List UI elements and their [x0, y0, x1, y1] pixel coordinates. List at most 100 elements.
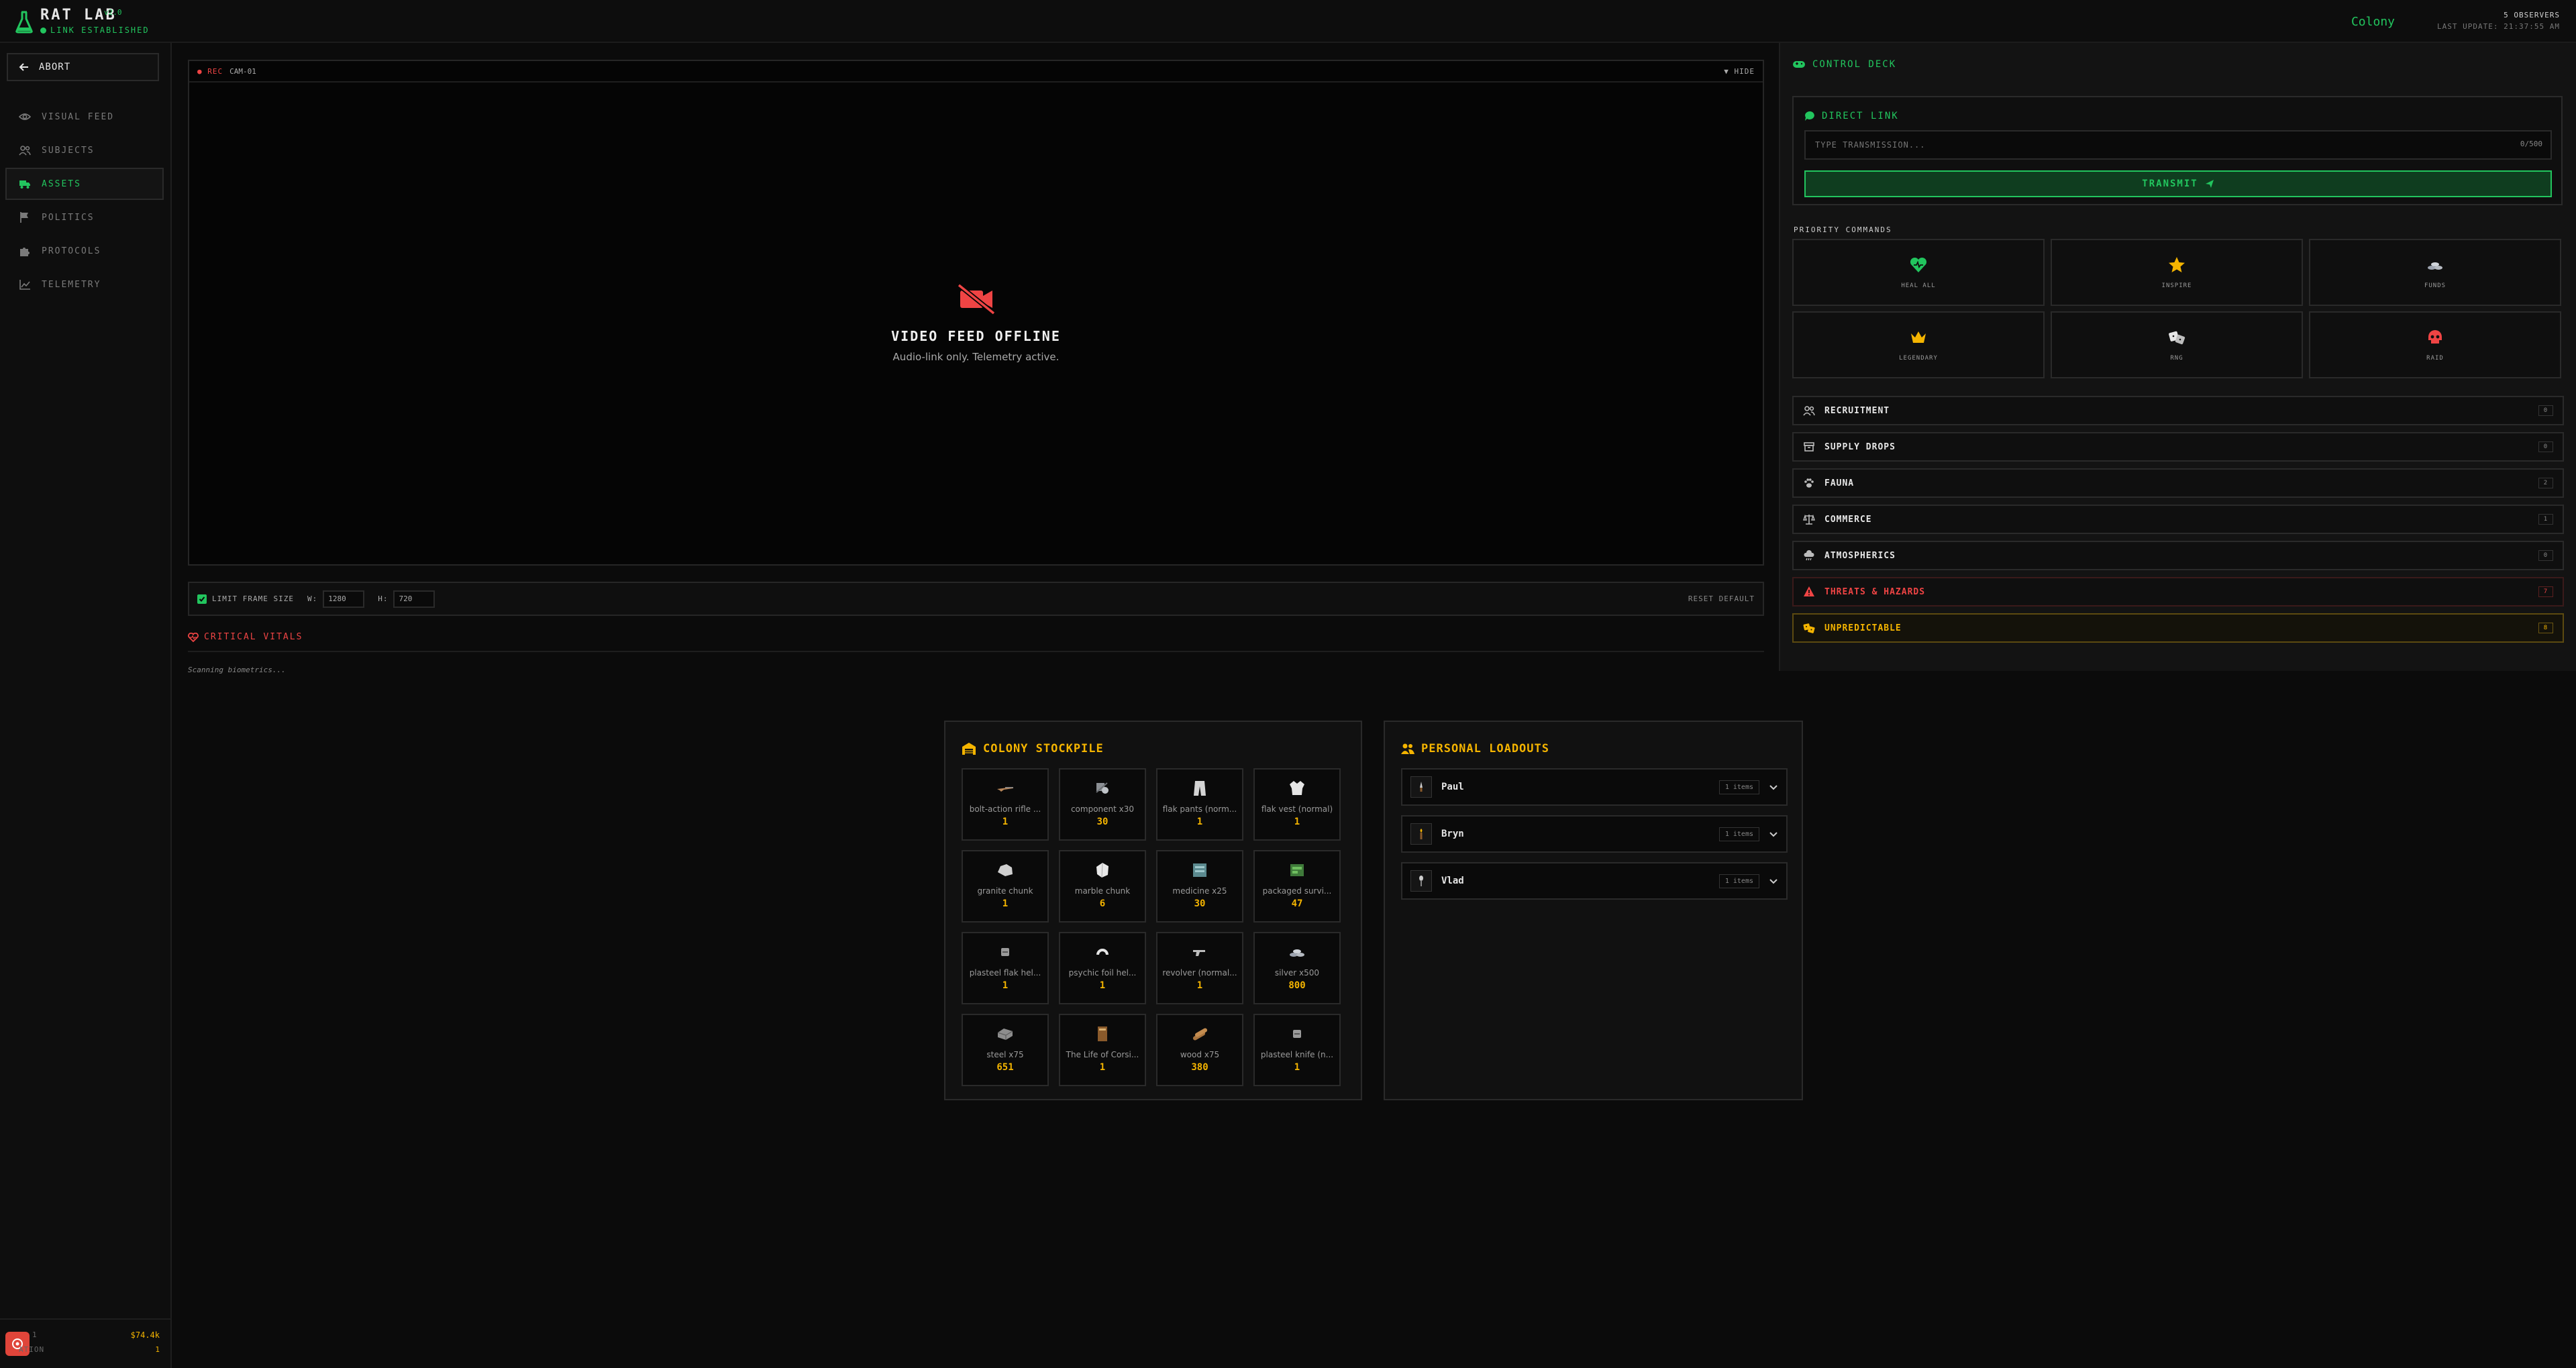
- sidebar-item-label: POLITICS: [42, 212, 95, 223]
- control-deck: CONTROL DECK DIRECT LINK 0/500 TRANSMIT …: [1779, 43, 2576, 671]
- category-label: FAUNA: [1824, 478, 1855, 488]
- sidebar-item-visual-feed[interactable]: VISUAL FEED: [5, 101, 164, 133]
- stock-item-qty: 380: [1191, 1062, 1208, 1073]
- stock-item-qty: 1: [1196, 817, 1203, 827]
- priority-label: FUNDS: [2424, 282, 2446, 289]
- width-label: W:: [307, 594, 318, 603]
- category-recruitment[interactable]: RECRUITMENT 0: [1792, 396, 2564, 425]
- sidebar-item-assets[interactable]: ASSETS: [5, 168, 164, 200]
- loadouts-heading: PERSONAL LOADOUTS: [1401, 742, 1549, 755]
- stock-item-name: plasteel flak hel...: [969, 968, 1041, 978]
- sidebar-item-label: TELEMETRY: [42, 279, 101, 290]
- width-input[interactable]: [323, 590, 365, 608]
- event-categories: RECRUITMENT 0 SUPPLY DROPS 0 FAUNA 2 COM…: [1792, 396, 2564, 649]
- flask-icon: [15, 11, 33, 34]
- loadout-row-vlad[interactable]: Vlad 1 items: [1401, 862, 1788, 900]
- stock-item[interactable]: revolver (normal... 1: [1156, 932, 1243, 1004]
- chevron-down-icon[interactable]: [1769, 782, 1778, 792]
- stock-item[interactable]: plasteel flak hel... 1: [962, 932, 1049, 1004]
- chart-icon: [19, 280, 30, 290]
- direct-link-heading: DIRECT LINK: [1804, 111, 1899, 121]
- users-icon: [1803, 406, 1815, 416]
- category-label: RECRUITMENT: [1824, 405, 1890, 416]
- stock-item[interactable]: bolt-action rifle ... 1: [962, 768, 1049, 841]
- priority-commands-label: PRIORITY COMMANDS: [1794, 225, 1892, 234]
- stock-item[interactable]: granite chunk 1: [962, 850, 1049, 923]
- height-label: H:: [378, 594, 389, 603]
- stock-item-name: plasteel knife (n...: [1260, 1050, 1334, 1059]
- heart-pulse-icon: [188, 632, 199, 642]
- loadout-row-paul[interactable]: Paul 1 items: [1401, 768, 1788, 806]
- personal-loadouts-panel: PERSONAL LOADOUTS Paul 1 items Bryn 1 it…: [1384, 721, 1803, 1100]
- reset-default-button[interactable]: RESET DEFAULT: [1688, 594, 1755, 603]
- colony-name[interactable]: Colony: [2351, 15, 2395, 29]
- funds-button[interactable]: FUNDS: [2309, 239, 2561, 306]
- gamepad-icon: [1793, 61, 1805, 68]
- medicine-icon: [1193, 863, 1206, 877]
- sidebar-nav: VISUAL FEED SUBJECTS ASSETS POLITICS PRO…: [5, 101, 164, 302]
- stock-item[interactable]: packaged survi... 47: [1253, 850, 1341, 923]
- sidebar-item-label: ASSETS: [42, 178, 81, 189]
- legendary-button[interactable]: LEGENDARY: [1792, 311, 2045, 378]
- stock-item[interactable]: flak vest (normal) 1: [1253, 768, 1341, 841]
- stockpile-grid: bolt-action rifle ... 1 component x30 30…: [962, 768, 1341, 1086]
- sidebar-item-protocols[interactable]: PROTOCOLS: [5, 235, 164, 267]
- chevron-down-icon[interactable]: [1769, 829, 1778, 839]
- stock-item[interactable]: steel x75 651: [962, 1014, 1049, 1086]
- heart-icon: [1910, 257, 1927, 272]
- warehouse-icon: [962, 743, 976, 755]
- sidebar-item-telemetry[interactable]: TELEMETRY: [5, 268, 164, 301]
- stock-item[interactable]: plasteel knife (n... 1: [1253, 1014, 1341, 1086]
- hide-feed-button[interactable]: ▼ HIDE: [1724, 67, 1755, 76]
- item-thumbnail: [1410, 870, 1432, 892]
- height-input[interactable]: [393, 590, 435, 608]
- stock-item[interactable]: The Life of Corsi... 1: [1059, 1014, 1146, 1086]
- stock-item-name: The Life of Corsi...: [1066, 1050, 1139, 1059]
- stock-item-qty: 1: [1002, 817, 1009, 827]
- sidebar-item-politics[interactable]: POLITICS: [5, 201, 164, 233]
- stock-item[interactable]: flak pants (norm... 1: [1156, 768, 1243, 841]
- category-label: ATMOSPHERICS: [1824, 550, 1896, 561]
- raid-button[interactable]: RAID: [2309, 311, 2561, 378]
- footer-count: 1: [155, 1345, 160, 1354]
- abort-button[interactable]: ABORT: [7, 53, 159, 81]
- loadout-row-bryn[interactable]: Bryn 1 items: [1401, 815, 1788, 853]
- rng-button[interactable]: RNG: [2051, 311, 2303, 378]
- transmit-label: TRANSMIT: [2142, 178, 2198, 189]
- inspire-button[interactable]: INSPIRE: [2051, 239, 2303, 306]
- category-unpredictable[interactable]: UNPREDICTABLE 8: [1792, 613, 2564, 643]
- stock-item[interactable]: component x30 30: [1059, 768, 1146, 841]
- chevron-down-icon[interactable]: [1769, 876, 1778, 886]
- category-threats-hazards[interactable]: THREATS & HAZARDS 7: [1792, 577, 2564, 607]
- critical-vitals-title: CRITICAL VITALS: [204, 632, 303, 642]
- stock-item-name: steel x75: [986, 1050, 1024, 1059]
- eye-icon: [19, 113, 31, 120]
- stock-item-name: flak pants (norm...: [1162, 804, 1237, 814]
- sidebar: ABORT VISUAL FEED SUBJECTS ASSETS POLITI…: [0, 43, 172, 1368]
- stock-item[interactable]: medicine x25 30: [1156, 850, 1243, 923]
- item-count-badge: 1 items: [1718, 874, 1759, 888]
- stock-item-name: psychic foil hel...: [1068, 968, 1137, 978]
- stock-item-qty: 1: [1002, 898, 1009, 909]
- stock-item[interactable]: marble chunk 6: [1059, 850, 1146, 923]
- stock-item-qty: 1: [1099, 980, 1106, 991]
- direct-link-panel: DIRECT LINK 0/500 TRANSMIT: [1792, 96, 2563, 205]
- knife-icon: [1420, 782, 1423, 792]
- transmission-input[interactable]: [1804, 130, 2552, 160]
- transmit-button[interactable]: TRANSMIT: [1804, 170, 2552, 197]
- sidebar-item-subjects[interactable]: SUBJECTS: [5, 134, 164, 166]
- category-supply-drops[interactable]: SUPPLY DROPS 0: [1792, 432, 2564, 462]
- limit-frame-checkbox[interactable]: [197, 594, 207, 604]
- abort-label: ABORT: [39, 62, 71, 72]
- stock-item[interactable]: psychic foil hel... 1: [1059, 932, 1146, 1004]
- category-atmospherics[interactable]: ATMOSPHERICS 0: [1792, 541, 2564, 570]
- stock-item[interactable]: wood x75 380: [1156, 1014, 1243, 1086]
- skull-icon: [2428, 330, 2442, 344]
- category-label: THREATS & HAZARDS: [1824, 586, 1926, 597]
- stock-item-qty: 1: [1196, 980, 1203, 991]
- heal-all-button[interactable]: HEAL ALL: [1792, 239, 2045, 306]
- category-fauna[interactable]: FAUNA 2: [1792, 468, 2564, 498]
- category-commerce[interactable]: COMMERCE 1: [1792, 505, 2564, 534]
- rifle-icon: [997, 787, 1013, 792]
- stock-item[interactable]: silver x500 800: [1253, 932, 1341, 1004]
